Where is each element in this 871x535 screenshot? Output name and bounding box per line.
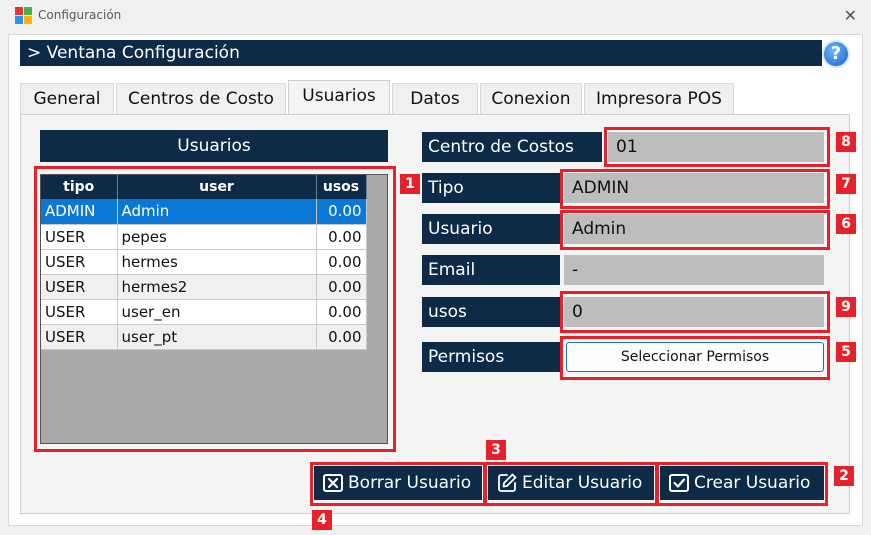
crear-usuario-button[interactable]: Crear Usuario: [660, 466, 824, 500]
cell-user: user_pt: [117, 324, 317, 350]
crear-usuario-label: Crear Usuario: [694, 473, 811, 493]
table-row[interactable]: USER user_en 0.00: [41, 299, 367, 325]
annotation-badge-6: 6: [836, 214, 856, 234]
editar-usuario-button[interactable]: Editar Usuario: [488, 466, 654, 500]
cell-user: hermes2: [117, 274, 317, 300]
email-field[interactable]: -: [564, 255, 824, 285]
tipo-field[interactable]: ADMIN: [564, 173, 824, 203]
annotation-badge-1: 1: [400, 174, 420, 194]
users-table: tipo user usos ADMIN Admin 0.00 USER pep…: [41, 175, 367, 350]
checkmark-icon: [669, 474, 689, 492]
column-header-user[interactable]: user: [117, 175, 317, 199]
borrar-usuario-button[interactable]: Borrar Usuario: [314, 466, 482, 500]
borrar-usuario-label: Borrar Usuario: [348, 473, 472, 493]
close-icon[interactable]: ✕: [844, 6, 857, 25]
annotation-badge-9: 9: [836, 297, 856, 317]
cell-tipo: USER: [41, 324, 118, 350]
annotation-badge-3: 3: [486, 440, 506, 460]
annotation-badge-5: 5: [836, 342, 856, 362]
users-panel-title: Usuarios: [40, 130, 388, 162]
annotation-badge-2: 2: [834, 466, 854, 486]
cell-user: Admin: [117, 199, 317, 225]
tab-conexion[interactable]: Conexion: [480, 83, 582, 115]
help-icon[interactable]: ?: [822, 40, 850, 68]
editar-usuario-label: Editar Usuario: [522, 473, 643, 493]
table-row[interactable]: USER hermes 0.00: [41, 249, 367, 275]
app-logo-icon: [15, 7, 32, 24]
column-header-usos[interactable]: usos: [316, 175, 367, 199]
cell-user: hermes: [117, 249, 317, 275]
permisos-label: Permisos: [422, 342, 560, 372]
edit-pencil-icon: [498, 473, 517, 492]
annotation-badge-7: 7: [836, 174, 856, 194]
cell-usos: 0.00: [316, 274, 367, 300]
cell-tipo: ADMIN: [41, 199, 118, 225]
email-label: Email: [422, 255, 560, 285]
usos-label: usos: [422, 297, 560, 327]
cell-tipo: USER: [41, 224, 118, 250]
usuario-label: Usuario: [422, 214, 560, 244]
table-row[interactable]: USER user_pt 0.00: [41, 324, 367, 350]
annotation-badge-8: 8: [836, 132, 856, 152]
cell-usos: 0.00: [316, 299, 367, 325]
tab-datos[interactable]: Datos: [392, 83, 478, 115]
tab-centros-de-costo[interactable]: Centros de Costo: [116, 83, 286, 115]
table-row[interactable]: USER hermes2 0.00: [41, 274, 367, 300]
page-title: > Ventana Configuración: [20, 40, 822, 66]
cell-tipo: USER: [41, 274, 118, 300]
tab-general[interactable]: General: [20, 83, 114, 115]
column-header-tipo[interactable]: tipo: [41, 175, 118, 199]
window-title: Configuración: [38, 8, 122, 22]
cell-usos: 0.00: [316, 324, 367, 350]
usuario-field[interactable]: Admin: [564, 214, 824, 244]
cell-user: user_en: [117, 299, 317, 325]
users-grid[interactable]: tipo user usos ADMIN Admin 0.00 USER pep…: [40, 174, 388, 444]
table-row[interactable]: ADMIN Admin 0.00: [41, 199, 367, 225]
tab-usuarios[interactable]: Usuarios: [288, 80, 390, 115]
centro-de-costos-field[interactable]: 01: [608, 132, 824, 162]
cell-usos: 0.00: [316, 249, 367, 275]
tab-impresora-pos[interactable]: Impresora POS: [584, 83, 734, 115]
usos-field[interactable]: 0: [564, 297, 824, 327]
delete-x-icon: [323, 474, 343, 492]
window-titlebar: Configuración ✕: [0, 0, 871, 33]
tipo-label: Tipo: [422, 173, 560, 203]
cell-tipo: USER: [41, 249, 118, 275]
centro-de-costos-label: Centro de Costos: [422, 132, 602, 162]
table-row[interactable]: USER pepes 0.00: [41, 224, 367, 250]
annotation-badge-4: 4: [312, 510, 332, 530]
cell-usos: 0.00: [316, 224, 367, 250]
seleccionar-permisos-button[interactable]: Seleccionar Permisos: [566, 342, 824, 372]
cell-usos: 0.00: [316, 199, 367, 225]
cell-tipo: USER: [41, 299, 118, 325]
cell-user: pepes: [117, 224, 317, 250]
